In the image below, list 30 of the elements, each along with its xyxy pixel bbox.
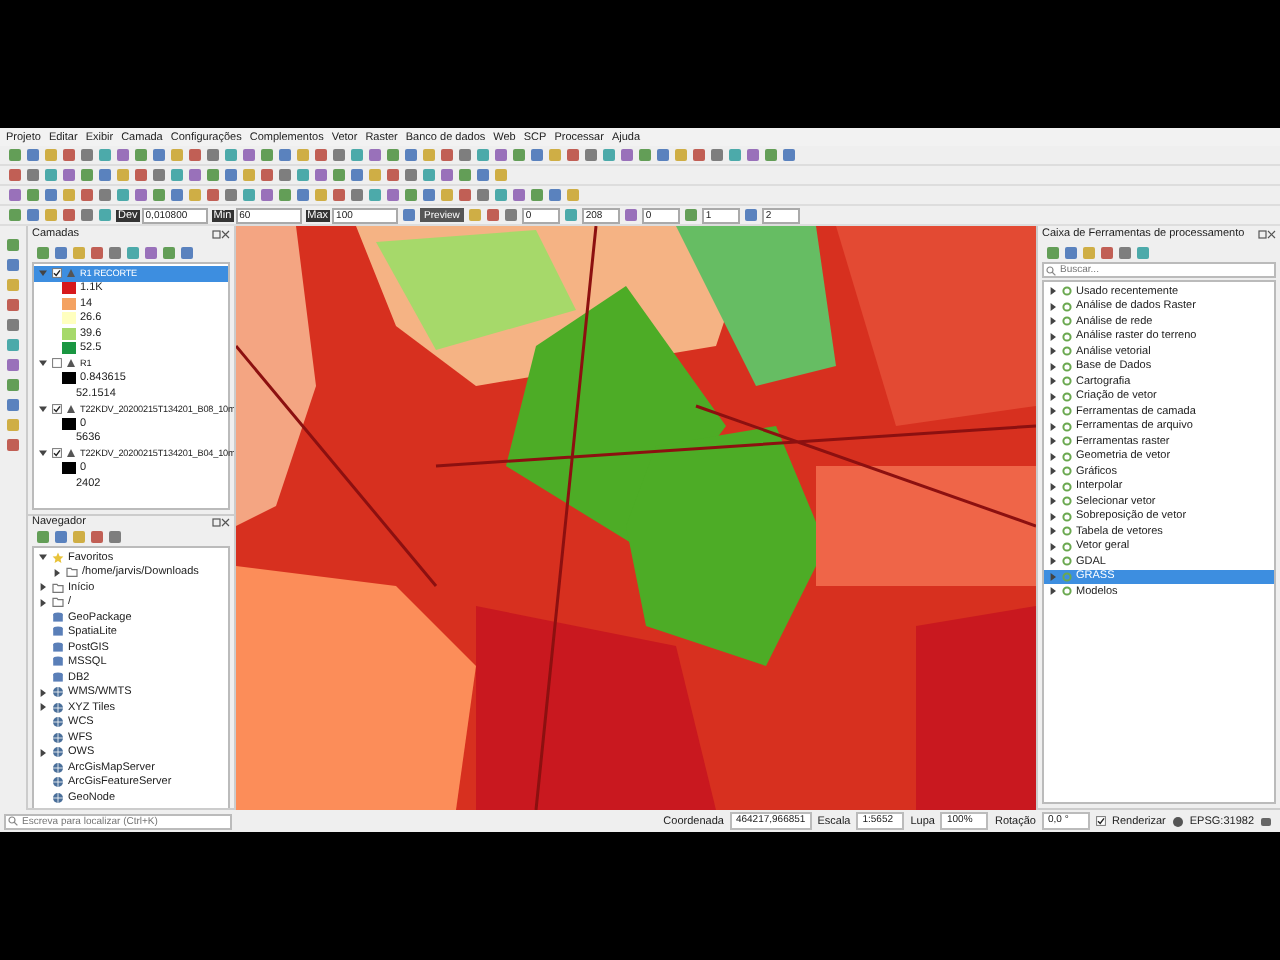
dock-controls-icon[interactable] [212, 229, 230, 239]
message-icon[interactable] [1260, 815, 1272, 827]
caret-icon[interactable] [38, 702, 48, 713]
search-icon [8, 816, 18, 826]
tool-icon[interactable] [623, 208, 638, 222]
caret-icon[interactable] [38, 687, 48, 698]
caret-icon[interactable] [38, 552, 48, 563]
ndvi-raster-drawing[interactable] [236, 226, 1036, 810]
dock-controls-icon[interactable] [212, 517, 230, 527]
dock-controls-icon[interactable] [1258, 229, 1276, 239]
caret-icon[interactable] [38, 448, 48, 459]
caret-icon[interactable] [52, 567, 62, 578]
checkbox[interactable] [1095, 816, 1106, 826]
caret-icon[interactable] [38, 403, 48, 414]
raster-layer-icon [66, 403, 76, 414]
caret-icon[interactable] [38, 358, 48, 369]
tool-icon[interactable] [743, 208, 758, 222]
caret-icon[interactable] [38, 597, 48, 608]
checkbox[interactable] [52, 268, 62, 279]
checkbox[interactable] [52, 448, 62, 459]
search-icon [1046, 265, 1056, 275]
checkbox[interactable] [52, 358, 62, 369]
caret-icon[interactable] [38, 747, 48, 758]
raster-layer-icon [66, 448, 76, 459]
raster-layer-icon [66, 358, 76, 369]
raster-layer-icon [66, 268, 76, 279]
star-icon [52, 551, 64, 564]
checkbox[interactable] [52, 403, 62, 414]
caret-icon[interactable] [38, 582, 48, 593]
tool-icon[interactable] [683, 208, 698, 222]
